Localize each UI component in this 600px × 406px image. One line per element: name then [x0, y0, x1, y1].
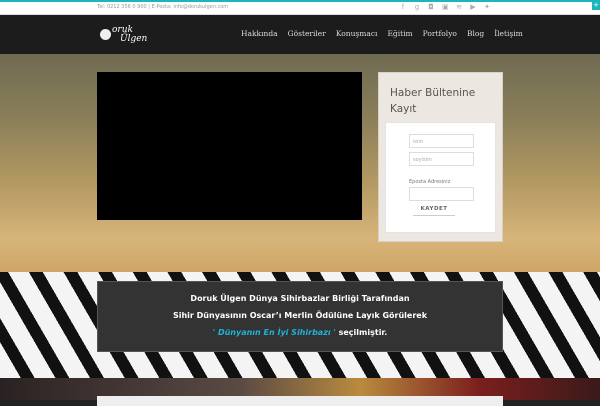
banner-line: Sihir Dünyasının Oscar’ı Merlin Ödülüne … — [172, 311, 428, 320]
banner-line: ' Dünyanın En İyi Sihirbazı ' seçilmişti… — [98, 324, 502, 341]
nav-egitim[interactable]: Eğitim — [387, 29, 412, 38]
hero-section: Haber Bültenine Kayıt isim soyisim Epost… — [0, 54, 600, 272]
youtube-icon[interactable]: ▶ — [470, 3, 476, 11]
logo[interactable]: oruk Ülgen — [98, 21, 150, 49]
linkedin-icon[interactable]: ▣ — [442, 3, 449, 11]
nav-iletisim[interactable]: İletişim — [494, 29, 523, 38]
nav-gosteriler[interactable]: Gösteriler — [288, 29, 326, 38]
banner-highlight: ' Dünyanın En İyi Sihirbazı ' — [212, 328, 336, 337]
banner-line: Doruk Ülgen Dünya Sihirbazlar Birliği Ta… — [190, 294, 410, 303]
banner-text: seçilmiştir. — [335, 328, 388, 337]
submit-button[interactable]: KAYDET — [413, 202, 455, 216]
newsletter-form: isim soyisim Eposta Adresiniz KAYDET — [385, 122, 496, 233]
email-label: Eposta Adresiniz — [409, 179, 451, 185]
nav-hakkinda[interactable]: Hakkında — [241, 29, 278, 38]
bottom-section — [0, 378, 600, 406]
facebook-icon[interactable]: f — [400, 3, 406, 11]
twitter-icon[interactable]: ✦ — [484, 3, 490, 11]
nav-konusmaci[interactable]: Konuşmacı — [336, 29, 378, 38]
content-card — [97, 396, 503, 406]
video-player[interactable] — [97, 72, 362, 220]
name-input[interactable]: isim — [409, 134, 474, 148]
surname-input[interactable]: soyisim — [409, 152, 474, 166]
logo-mark-icon — [100, 29, 111, 40]
newsletter-title: Haber Bültenine Kayıt — [390, 87, 476, 115]
expand-topbar-button[interactable]: + — [592, 0, 600, 10]
rss-icon[interactable]: ≋ — [456, 3, 462, 11]
contact-info: Tel: 0212 356 0 900 | E-Posta: info@doru… — [97, 4, 229, 10]
logo-text: Ülgen — [120, 34, 148, 44]
nav-portfolyo[interactable]: Portfolyo — [423, 29, 457, 38]
instagram-icon[interactable]: ◘ — [428, 3, 434, 11]
email-input[interactable] — [409, 187, 474, 201]
top-bar: Tel: 0212 356 0 900 | E-Posta: info@doru… — [0, 2, 600, 15]
award-banner: Doruk Ülgen Dünya Sihirbazlar Birliği Ta… — [97, 281, 503, 352]
google-plus-icon[interactable]: g — [414, 3, 420, 11]
nav-blog[interactable]: Blog — [467, 29, 484, 38]
header: oruk Ülgen Hakkında Gösteriler Konuşmacı… — [0, 15, 600, 54]
main-nav: Hakkında Gösteriler Konuşmacı Eğitim Por… — [241, 29, 523, 38]
social-links: f g ◘ ▣ ≋ ▶ ✦ — [400, 3, 490, 11]
newsletter-widget: Haber Bültenine Kayıt isim soyisim Epost… — [378, 72, 503, 242]
